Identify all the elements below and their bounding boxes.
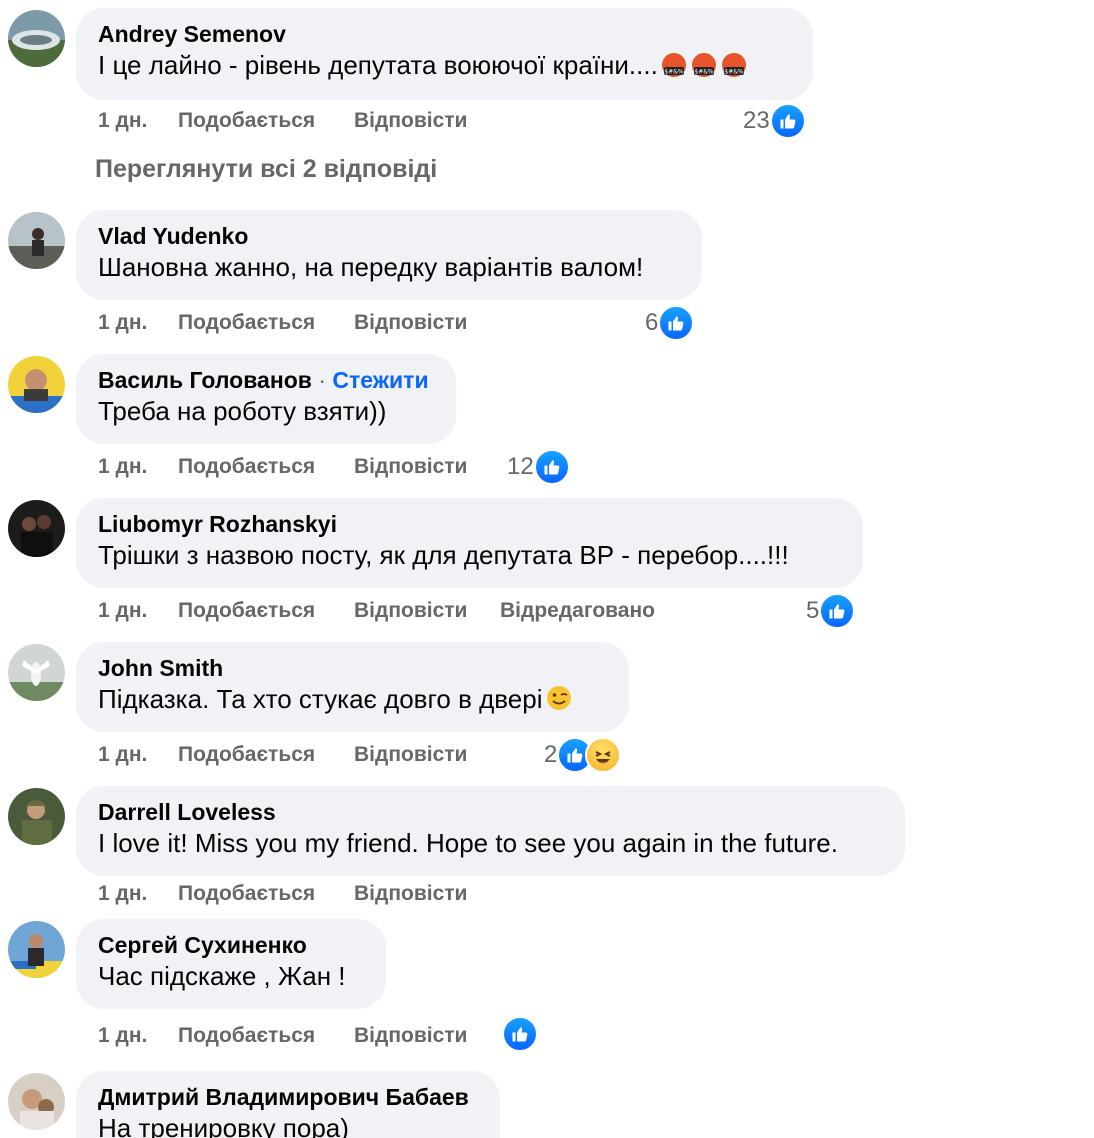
comment-bubble: Andrey Semenov І це лайно - рівень депут… — [76, 8, 813, 100]
timestamp[interactable]: 1 дн. — [98, 106, 147, 136]
face-with-symbols-on-mouth-icon: $#&% — [690, 52, 718, 86]
comment-author[interactable]: Дмитрий Владимирович Бабаев — [98, 1083, 478, 1111]
reaction-summary[interactable]: 12 — [507, 449, 570, 485]
reaction-summary[interactable]: 5 — [806, 593, 856, 629]
comment-text: Час підскаже , Жан ! — [98, 961, 346, 991]
avatar[interactable] — [8, 10, 65, 67]
reply-button[interactable]: Відповісти — [354, 452, 467, 482]
comment-bubble: Дмитрий Владимирович Бабаев На тренировк… — [76, 1071, 500, 1138]
comment-author[interactable]: Andrey Semenov — [98, 20, 791, 48]
comment-bubble: John Smith Підказка. Та хто стукає довго… — [76, 642, 629, 732]
comment-author[interactable]: John Smith — [98, 654, 607, 682]
reply-button[interactable]: Відповісти — [354, 308, 467, 338]
reaction-summary[interactable]: 23 — [743, 103, 806, 139]
thumbs-up-icon — [819, 593, 856, 629]
comment-bubble: Василь Голованов · Стежити Треба на робо… — [76, 354, 456, 444]
comment-text: Трішки з назвою посту, як для депутата В… — [98, 540, 789, 570]
avatar[interactable] — [8, 212, 65, 269]
comment-text: Підказка. Та хто стукає довго в двері — [98, 682, 607, 720]
comment-author[interactable]: Василь Голованов — [98, 367, 312, 393]
comment-text: І це лайно - рівень депутата воюючої кра… — [98, 48, 791, 86]
avatar[interactable] — [8, 356, 65, 413]
avatar[interactable] — [8, 788, 65, 845]
reply-button[interactable]: Відповісти — [354, 596, 467, 626]
svg-text:$#&%: $#&% — [724, 69, 744, 76]
reply-button[interactable]: Відповісти — [354, 879, 467, 909]
comment-bubble: Сергей Сухиненко Час підскаже , Жан ! — [76, 919, 386, 1009]
comment-author-row: Василь Голованов · Стежити — [98, 366, 434, 394]
comment-bubble: Liubomyr Rozhanskyi Трішки з назвою пост… — [76, 498, 863, 588]
avatar[interactable] — [8, 644, 65, 701]
view-replies-link[interactable]: Переглянути всі 2 відповіді — [95, 155, 437, 184]
thumbs-up-icon — [658, 305, 695, 341]
comment-author[interactable]: Darrell Loveless — [98, 798, 883, 826]
timestamp[interactable]: 1 дн. — [98, 596, 147, 626]
thumbs-up-icon — [502, 1016, 538, 1052]
face-with-symbols-on-mouth-icon: $#&% — [660, 52, 688, 86]
timestamp[interactable]: 1 дн. — [98, 452, 147, 482]
reaction-count: 6 — [645, 309, 659, 336]
follow-separator: · — [318, 367, 326, 393]
reply-button[interactable]: Відповісти — [354, 1021, 467, 1051]
reaction-count: 5 — [806, 597, 820, 624]
avatar[interactable] — [8, 1073, 65, 1130]
reaction-summary[interactable]: 6 — [645, 305, 695, 341]
edited-label[interactable]: Відредаговано — [500, 596, 655, 626]
timestamp[interactable]: 1 дн. — [98, 879, 147, 909]
comment-text: На тренировку пора) — [98, 1113, 349, 1138]
svg-text:$#&%: $#&% — [694, 69, 714, 76]
laughing-face-icon — [585, 737, 622, 773]
like-button[interactable]: Подобається — [178, 740, 315, 770]
timestamp[interactable]: 1 дн. — [98, 308, 147, 338]
comment-bubble: Darrell Loveless I love it! Miss you my … — [76, 786, 905, 876]
avatar[interactable] — [8, 921, 65, 978]
comment-author[interactable]: Liubomyr Rozhanskyi — [98, 510, 841, 538]
like-button[interactable]: Подобається — [178, 1021, 315, 1051]
reaction-summary[interactable]: 2 — [544, 737, 622, 773]
reply-button[interactable]: Відповісти — [354, 740, 467, 770]
timestamp[interactable]: 1 дн. — [98, 740, 147, 770]
like-button[interactable]: Подобається — [178, 596, 315, 626]
winking-face-icon — [545, 684, 573, 720]
comments-section: Andrey Semenov І це лайно - рівень депут… — [0, 0, 1094, 1138]
like-button[interactable]: Подобається — [178, 308, 315, 338]
thumbs-up-icon — [533, 449, 570, 485]
comment-author[interactable]: Сергей Сухиненко — [98, 931, 364, 959]
thumbs-up-icon — [769, 103, 806, 139]
reaction-count: 23 — [743, 107, 770, 134]
like-button[interactable]: Подобається — [178, 106, 315, 136]
face-with-symbols-on-mouth-icon: $#&% — [720, 52, 748, 86]
comment-author[interactable]: Vlad Yudenko — [98, 222, 680, 250]
reaction-count: 12 — [507, 453, 534, 480]
reaction-count: 2 — [544, 741, 558, 768]
like-button[interactable]: Подобається — [178, 879, 315, 909]
follow-button[interactable]: Стежити — [332, 367, 428, 393]
reply-button[interactable]: Відповісти — [354, 106, 467, 136]
comment-text: I love it! Miss you my friend. Hope to s… — [98, 828, 838, 858]
comment-bubble: Vlad Yudenko Шановна жанно, на передку в… — [76, 210, 702, 300]
comment-text: Треба на роботу взяти)) — [98, 396, 387, 426]
comment-text-content: Підказка. Та хто стукає довго в двері — [98, 684, 543, 714]
comment-text-content: І це лайно - рівень депутата воюючої кра… — [98, 50, 658, 80]
reaction-summary[interactable] — [502, 1016, 538, 1052]
like-button[interactable]: Подобається — [178, 452, 315, 482]
avatar[interactable] — [8, 500, 65, 557]
comment-text: Шановна жанно, на передку варіантів вало… — [98, 252, 644, 282]
svg-text:$#&%: $#&% — [664, 69, 684, 76]
timestamp[interactable]: 1 дн. — [98, 1021, 147, 1051]
